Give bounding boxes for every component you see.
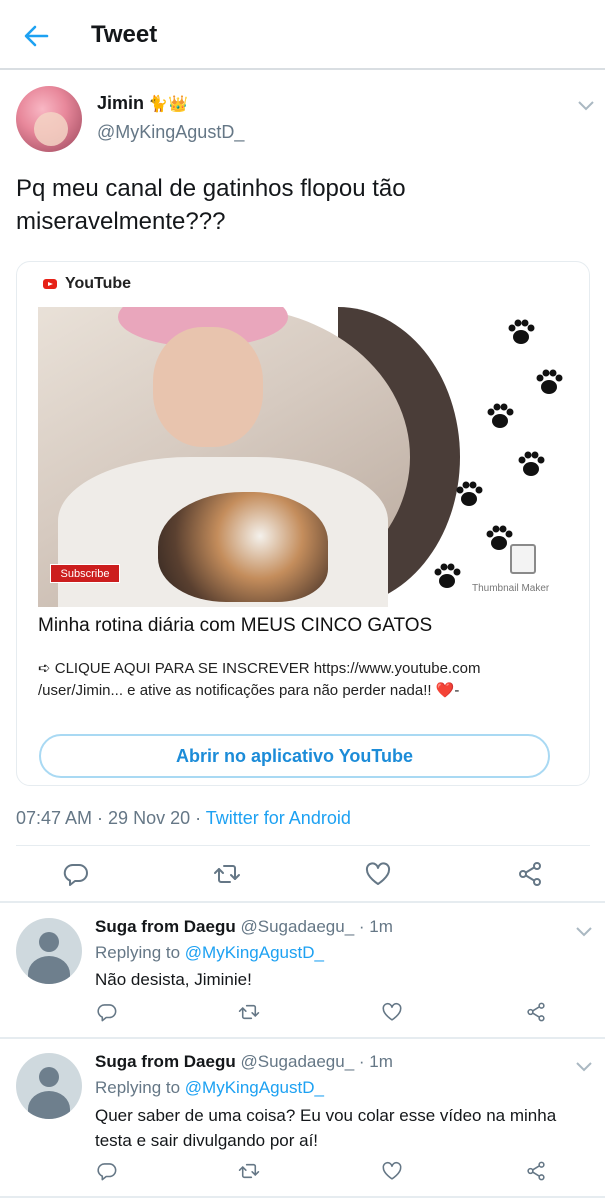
tweet-meta: 07:47 AM · 29 Nov 20 · Twitter for Andro… xyxy=(16,808,351,829)
share-icon[interactable] xyxy=(516,860,544,888)
open-in-youtube-button[interactable]: Abrir no aplicativo YouTube xyxy=(39,734,550,778)
watermark-text: Thumbnail Maker xyxy=(472,583,550,594)
reply-icon[interactable] xyxy=(96,1160,118,1182)
video-title: Minha rotina diária com MEUS CINCO GATOS xyxy=(38,615,433,636)
cat-image xyxy=(158,492,328,602)
paw-print-icon xyxy=(434,563,461,588)
reply-avatar[interactable] xyxy=(16,1053,82,1119)
top-bar: Tweet xyxy=(0,0,605,70)
replying-to: Replying to @MyKingAgustD_ xyxy=(95,943,324,962)
retweet-icon[interactable] xyxy=(213,860,241,888)
reply-separator xyxy=(0,901,605,903)
reply-icon[interactable] xyxy=(62,860,90,888)
youtube-link-card[interactable]: YouTube Thumbnail Maker Subscribe Minha … xyxy=(16,261,590,786)
heart-icon[interactable] xyxy=(364,860,392,888)
back-arrow-icon[interactable] xyxy=(22,22,50,50)
paw-print-icon xyxy=(487,403,514,428)
author-name[interactable]: Jimin 🐈👑 xyxy=(97,93,188,114)
video-description: ➪ CLIQUE AQUI PARA SE INSCREVER https://… xyxy=(38,660,481,699)
retweet-icon[interactable] xyxy=(238,1001,260,1023)
timestamp: 07:47 AM · 29 Nov 20 · xyxy=(16,808,206,828)
reply-text: Não desista, Jiminie! xyxy=(95,970,252,989)
red-heart-emoji: ❤️ xyxy=(435,682,455,699)
heart-icon[interactable] xyxy=(381,1160,403,1182)
subscribe-badge: Subscribe xyxy=(50,564,120,583)
thumbnail-maker-logo xyxy=(510,544,536,574)
reply-icon[interactable] xyxy=(96,1001,118,1023)
share-icon[interactable] xyxy=(525,1160,547,1182)
author-handle[interactable]: @MyKingAgustD_ xyxy=(97,122,244,143)
author-avatar[interactable] xyxy=(16,86,82,152)
chevron-down-icon[interactable] xyxy=(576,924,592,937)
paw-print-icon xyxy=(456,481,483,506)
chevron-down-icon[interactable] xyxy=(578,98,594,111)
divider xyxy=(16,845,590,846)
cat-crown-emoji: 🐈👑 xyxy=(148,96,188,113)
share-icon[interactable] xyxy=(525,1001,547,1023)
reply-author[interactable]: Suga from Daegu @Sugadaegu_ · 1m xyxy=(95,917,393,937)
card-brand: YouTube xyxy=(43,275,131,293)
tweet-text: Pq meu canal de gatinhos flopou tão mise… xyxy=(16,175,406,235)
reply-separator xyxy=(0,1196,605,1198)
replying-to: Replying to @MyKingAgustD_ xyxy=(95,1078,324,1097)
reply-text: Quer saber de uma coisa? Eu vou colar es… xyxy=(95,1106,557,1150)
youtube-logo-icon xyxy=(43,279,57,289)
source-link[interactable]: Twitter for Android xyxy=(206,808,351,828)
reply-separator xyxy=(0,1037,605,1039)
page-title: Tweet xyxy=(91,21,158,48)
paw-print-icon xyxy=(518,451,545,476)
retweet-icon[interactable] xyxy=(238,1160,260,1182)
heart-icon[interactable] xyxy=(381,1001,403,1023)
reply-author[interactable]: Suga from Daegu @Sugadaegu_ · 1m xyxy=(95,1052,393,1072)
video-thumbnail[interactable]: Thumbnail Maker Subscribe xyxy=(38,307,570,607)
paw-print-icon xyxy=(536,369,563,394)
paw-print-icon xyxy=(508,319,535,344)
reply-avatar[interactable] xyxy=(16,918,82,984)
chevron-down-icon[interactable] xyxy=(576,1059,592,1072)
